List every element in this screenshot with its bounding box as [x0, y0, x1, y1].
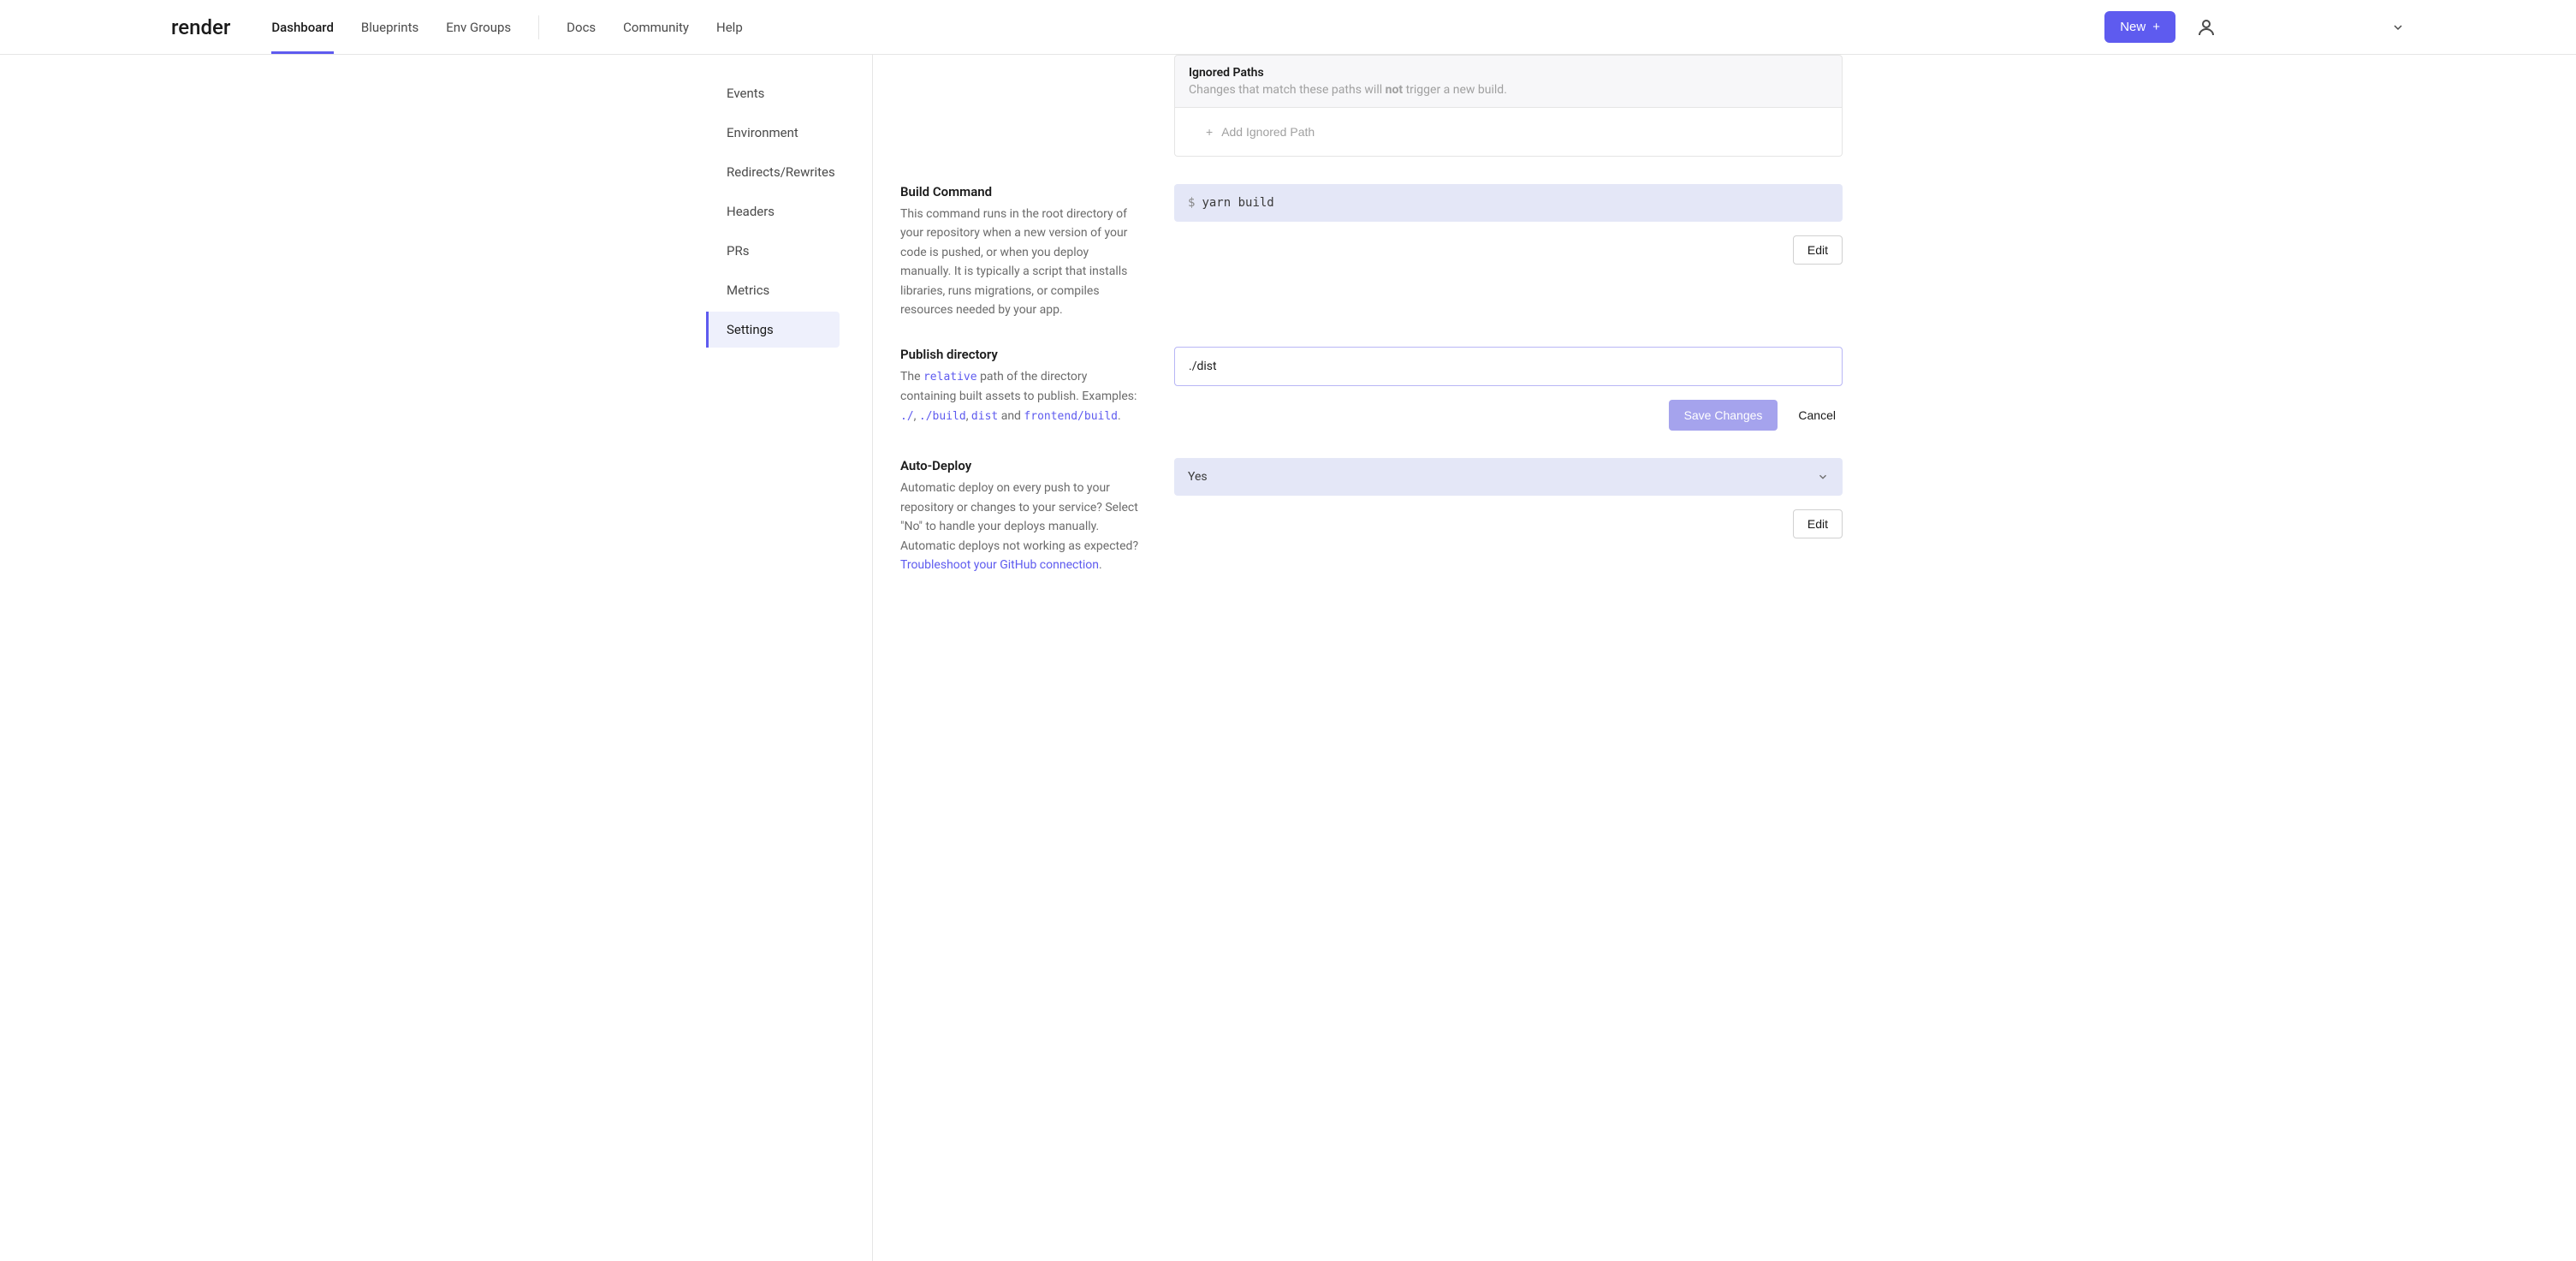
build-command-edit-button[interactable]: Edit [1793, 235, 1843, 265]
publish-dir-title: Publish directory [900, 347, 1140, 362]
auto-deploy-edit-button[interactable]: Edit [1793, 509, 1843, 538]
chevron-down-icon [1817, 471, 1829, 483]
auto-deploy-control: Yes Edit [1174, 458, 1843, 574]
sidebar-item-settings[interactable]: Settings [706, 312, 840, 348]
auto-deploy-select[interactable]: Yes [1174, 458, 1843, 496]
nav-blueprints[interactable]: Blueprints [361, 1, 418, 54]
new-button[interactable]: New + [2104, 11, 2175, 43]
sidebar-item-prs[interactable]: PRs [706, 233, 872, 269]
publish-dir-actions: Save Changes Cancel [1174, 400, 1843, 431]
build-command-label: Build Command This command runs in the r… [900, 184, 1140, 319]
nav-dashboard[interactable]: Dashboard [271, 1, 334, 54]
new-button-label: New [2120, 20, 2146, 34]
main-container: Events Environment Redirects/Rewrites He… [706, 55, 1870, 1261]
nav-right: New + [2104, 11, 2405, 43]
top-nav: render Dashboard Blueprints Env Groups D… [0, 0, 2576, 55]
auto-deploy-row: Auto-Deploy Automatic deploy on every pu… [900, 458, 1843, 574]
nav-divider [538, 15, 539, 39]
content: Ignored Paths Changes that match these p… [873, 55, 1870, 1261]
ignored-paths-control: Ignored Paths Changes that match these p… [1174, 55, 1843, 157]
sidebar: Events Environment Redirects/Rewrites He… [706, 55, 873, 1261]
sidebar-item-events[interactable]: Events [706, 75, 872, 111]
sidebar-item-redirects[interactable]: Redirects/Rewrites [706, 154, 872, 190]
nav-help[interactable]: Help [716, 1, 743, 54]
publish-dir-label: Publish directory The relative path of t… [900, 347, 1140, 431]
sidebar-item-metrics[interactable]: Metrics [706, 272, 872, 308]
build-command-value: $ yarn build [1174, 184, 1843, 222]
publish-dir-row: Publish directory The relative path of t… [900, 347, 1843, 431]
sidebar-item-environment[interactable]: Environment [706, 115, 872, 151]
troubleshoot-link[interactable]: Troubleshoot your GitHub connection [900, 558, 1099, 572]
nav-community[interactable]: Community [623, 1, 689, 54]
build-command-control: $ yarn build Edit [1174, 184, 1843, 319]
chevron-down-icon[interactable] [2391, 21, 2405, 34]
plus-icon: + [1206, 125, 1213, 139]
auto-deploy-desc: Automatic deploy on every push to your r… [900, 479, 1140, 574]
add-ignored-path-label: Add Ignored Path [1221, 125, 1315, 139]
build-command-title: Build Command [900, 184, 1140, 199]
sidebar-item-headers[interactable]: Headers [706, 193, 872, 229]
logo[interactable]: render [171, 15, 230, 39]
nav-docs[interactable]: Docs [567, 1, 596, 54]
nav-env-groups[interactable]: Env Groups [446, 1, 511, 54]
auto-deploy-title: Auto-Deploy [900, 458, 1140, 473]
publish-dir-desc: The relative path of the directory conta… [900, 367, 1140, 425]
auto-deploy-actions: Edit [1174, 509, 1843, 538]
ignored-paths-header: Ignored Paths Changes that match these p… [1174, 55, 1843, 108]
user-icon[interactable] [2196, 17, 2217, 38]
shell-prompt: $ [1188, 196, 1195, 210]
cancel-button[interactable]: Cancel [1791, 400, 1843, 431]
nav-links: Dashboard Blueprints Env Groups Docs Com… [271, 1, 2104, 54]
ignored-paths-body: + Add Ignored Path [1174, 108, 1843, 157]
save-changes-button[interactable]: Save Changes [1669, 400, 1778, 431]
auto-deploy-label: Auto-Deploy Automatic deploy on every pu… [900, 458, 1140, 574]
publish-dir-control: Save Changes Cancel [1174, 347, 1843, 431]
ignored-paths-desc: Changes that match these paths will not … [1189, 83, 1828, 97]
build-command-row: Build Command This command runs in the r… [900, 184, 1843, 319]
add-ignored-path-button[interactable]: + Add Ignored Path [1189, 125, 1315, 139]
publish-dir-input[interactable] [1174, 347, 1843, 386]
ignored-paths-title: Ignored Paths [1189, 66, 1828, 80]
build-command-desc: This command runs in the root directory … [900, 205, 1140, 319]
build-command-actions: Edit [1174, 235, 1843, 265]
auto-deploy-value: Yes [1188, 470, 1208, 484]
build-command-text: yarn build [1202, 196, 1273, 210]
plus-icon: + [2152, 20, 2160, 34]
ignored-paths-row: Ignored Paths Changes that match these p… [900, 55, 1843, 157]
